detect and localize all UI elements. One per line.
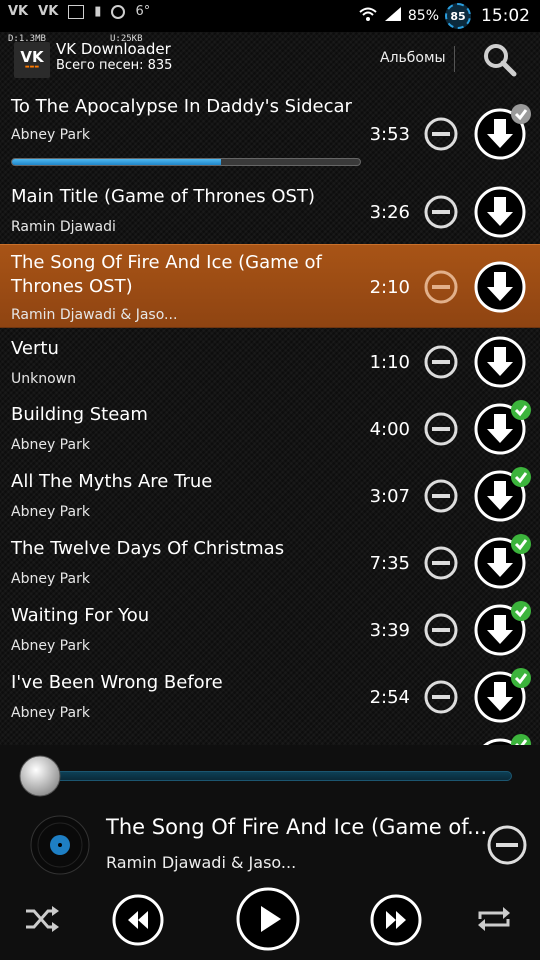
status-bar: VK VK ▮ 6° 85% 85 15:02	[0, 0, 540, 32]
track-title: All The Myths Are True	[11, 471, 213, 492]
rewind-icon[interactable]	[111, 893, 165, 947]
temperature: 6°	[135, 4, 151, 19]
header-divider	[454, 46, 455, 72]
track-row[interactable]: Waiting For You Abney Park 3:39	[0, 597, 540, 664]
track-title: Main Title (Game of Thrones OST)	[11, 186, 316, 207]
track-title: Vertu	[11, 338, 59, 359]
download-arrow-icon[interactable]	[473, 185, 527, 239]
track-duration: 4:00	[369, 419, 410, 440]
download-arrow-icon[interactable]	[473, 260, 527, 314]
track-list[interactable]: To The Apocalypse In Daddy's Sidecar Abn…	[0, 90, 540, 745]
track-duration: 2:10	[369, 277, 410, 298]
track-duration: 3:07	[369, 486, 410, 507]
track-duration: 7:35	[369, 553, 410, 574]
track-row[interactable]: The Twelve Days Of Christmas Abney Park …	[0, 530, 540, 597]
battery-percent: 85%	[407, 8, 439, 24]
track-row-playing[interactable]: The Song Of Fire And Ice (Game of Throne…	[0, 244, 540, 328]
track-row-partial[interactable]	[0, 731, 540, 745]
track-duration: 3:53	[369, 124, 410, 145]
now-playing-title: The Song Of Fire And Ice (Game of...	[106, 815, 488, 839]
track-artist: Abney Park	[11, 504, 90, 520]
minus-circle-icon[interactable]	[424, 117, 458, 151]
bars-icon: ▮	[94, 4, 102, 19]
check-icon	[511, 534, 531, 554]
track-title: The Song Of Fire And Ice (Game of Throne…	[11, 252, 322, 297]
app-logo[interactable]: VK ▬▬▬	[14, 42, 50, 78]
seek-knob[interactable]	[19, 755, 61, 797]
albums-button[interactable]: Альбомы	[380, 50, 446, 66]
minus-circle-icon[interactable]	[424, 546, 458, 580]
track-artist: Abney Park	[11, 571, 90, 587]
search-button[interactable]	[480, 40, 520, 80]
check-icon	[511, 668, 531, 688]
track-title: The Twelve Days Of Christmas	[11, 538, 285, 559]
check-icon	[511, 734, 531, 745]
search-icon	[484, 44, 517, 77]
download-progress-fill	[12, 159, 221, 165]
track-duration: 3:39	[369, 620, 410, 641]
minus-circle-icon[interactable]	[486, 824, 528, 866]
track-title: To The Apocalypse In Daddy's Sidecar	[11, 96, 352, 117]
track-row[interactable]: Building Steam Abney Park 4:00	[0, 396, 540, 463]
track-title: I've Been Wrong Before	[11, 672, 223, 693]
minus-circle-icon[interactable]	[424, 270, 458, 304]
sync-icon	[111, 4, 126, 19]
track-artist: Ramin Djawadi & Jaso...	[11, 307, 178, 323]
track-artist: Abney Park	[11, 437, 90, 453]
minus-circle-icon[interactable]	[424, 479, 458, 513]
wifi-icon	[358, 6, 378, 26]
track-row[interactable]: I've Been Wrong Before Abney Park 2:54	[0, 664, 540, 731]
track-row[interactable]: Main Title (Game of Thrones OST) Ramin D…	[0, 180, 540, 244]
track-duration: 3:26	[369, 202, 410, 223]
check-icon	[511, 400, 531, 420]
signal-icon	[384, 6, 402, 26]
minus-circle-icon[interactable]	[424, 345, 458, 379]
app-title: VK Downloader	[56, 40, 171, 58]
now-playing-artist: Ramin Djawadi & Jaso...	[106, 853, 297, 872]
track-artist: Abney Park	[11, 127, 90, 143]
vk-notification-icon: VK	[8, 4, 29, 19]
minus-circle-icon[interactable]	[424, 412, 458, 446]
album-disc-icon	[30, 815, 90, 875]
battery-badge: 85	[445, 3, 471, 29]
check-icon	[511, 467, 531, 487]
minus-circle-icon[interactable]	[424, 680, 458, 714]
shuffle-icon[interactable]	[22, 903, 62, 935]
track-title: Waiting For You	[11, 605, 150, 626]
download-progress-bar	[11, 158, 361, 166]
download-arrow-icon[interactable]	[473, 335, 527, 389]
vk-icon: VK	[20, 48, 44, 66]
song-count: Всего песен: 835	[56, 58, 173, 73]
track-row[interactable]: Vertu Unknown 1:10	[0, 330, 540, 396]
track-duration: 2:54	[369, 687, 410, 708]
repeat-icon[interactable]	[474, 903, 514, 935]
check-icon	[511, 104, 531, 124]
app-header: VK ▬▬▬ VK Downloader Всего песен: 835 Ал…	[0, 32, 540, 88]
track-title: Building Steam	[11, 404, 148, 425]
track-artist: Abney Park	[11, 638, 90, 654]
logo-mark: ▬▬▬	[24, 64, 40, 70]
status-system: 85% 85 15:02	[358, 3, 530, 29]
image-icon	[68, 4, 85, 19]
clock: 15:02	[481, 6, 530, 26]
track-artist: Abney Park	[11, 705, 90, 721]
play-icon[interactable]	[235, 886, 301, 952]
minus-circle-icon[interactable]	[424, 195, 458, 229]
player-panel: The Song Of Fire And Ice (Game of... Ram…	[0, 745, 540, 960]
minus-circle-icon[interactable]	[424, 613, 458, 647]
track-artist: Ramin Djawadi	[11, 219, 116, 235]
track-artist: Unknown	[11, 371, 76, 387]
track-row[interactable]: All The Myths Are True Abney Park 3:07	[0, 463, 540, 530]
status-notifications: VK VK ▮ 6°	[8, 4, 150, 19]
fast-forward-icon[interactable]	[369, 893, 423, 947]
check-icon	[511, 601, 531, 621]
vk-notification-icon: VK	[38, 4, 59, 19]
track-duration: 1:10	[369, 352, 410, 373]
track-row[interactable]: To The Apocalypse In Daddy's Sidecar Abn…	[0, 90, 540, 180]
seek-bar[interactable]	[38, 771, 512, 781]
